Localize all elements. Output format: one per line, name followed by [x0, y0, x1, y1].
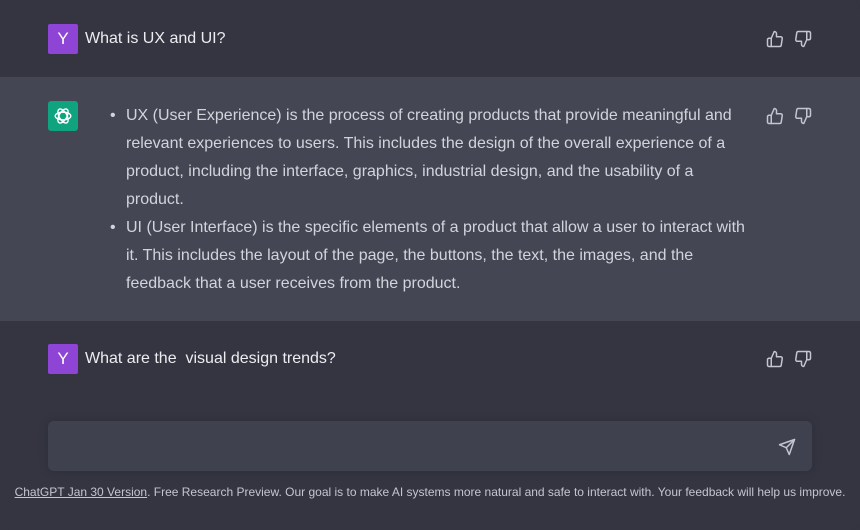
chat-window: Y What is UX and UI? UX (User Experience… [0, 0, 860, 530]
user-message-text: What are the visual design trends? [85, 350, 336, 367]
message-feedback [766, 107, 812, 125]
thumbs-down-icon[interactable] [794, 30, 812, 48]
thumbs-down-icon[interactable] [794, 107, 812, 125]
message-composer [48, 421, 812, 471]
answer-bullet: UI (User Interface) is the specific elem… [108, 214, 748, 298]
message-row-assistant: UX (User Experience) is the process of c… [0, 77, 860, 321]
thumbs-down-icon[interactable] [794, 350, 812, 368]
version-link[interactable]: ChatGPT Jan 30 Version [15, 485, 148, 499]
thumbs-up-icon[interactable] [766, 350, 784, 368]
user-message-text: What is UX and UI? [85, 30, 226, 47]
message-feedback [766, 30, 812, 48]
footer-disclaimer: ChatGPT Jan 30 Version. Free Research Pr… [0, 483, 860, 501]
user-avatar: Y [48, 24, 78, 54]
footer-text: . Free Research Preview. Our goal is to … [147, 485, 846, 499]
assistant-avatar [48, 101, 78, 131]
thumbs-up-icon[interactable] [766, 30, 784, 48]
prompt-input[interactable] [62, 433, 766, 463]
user-avatar: Y [48, 344, 78, 374]
message-row-user: Y What are the visual design trends? [0, 321, 860, 399]
answer-bullet: UX (User Experience) is the process of c… [108, 102, 748, 214]
message-feedback [766, 350, 812, 368]
send-icon[interactable] [778, 438, 796, 456]
assistant-answer-list: UX (User Experience) is the process of c… [108, 102, 748, 298]
thumbs-up-icon[interactable] [766, 107, 784, 125]
openai-logo-icon [52, 105, 74, 127]
message-row-user: Y What is UX and UI? [0, 0, 860, 77]
